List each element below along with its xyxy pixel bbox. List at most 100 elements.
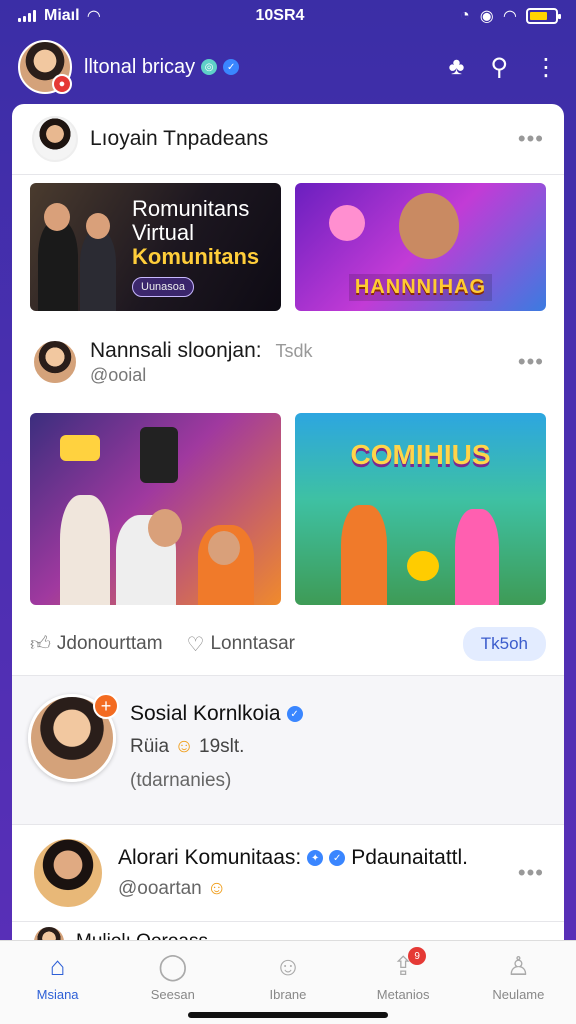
game-banner: COMIHIUS [350,439,491,470]
alarm-icon: ◔ [460,7,470,24]
wifi-icon: ◠ [87,8,100,25]
verified-icon: ✓ [286,706,303,722]
post-text: Rüia [130,736,170,757]
profile-icon: ☺ [274,951,302,981]
post-images: COMIHIUS [12,405,564,613]
avatar[interactable] [32,116,78,162]
post-time: 19slt. [199,736,245,757]
plus-icon[interactable]: + [93,693,119,719]
notifications-icon[interactable]: ♣ [449,53,465,81]
sticker-figure [60,435,100,461]
mascot-figure [407,551,439,581]
person-figure [60,495,110,605]
post-author[interactable]: Nannsali sloonjan: [90,339,262,362]
status-bar: Miaıl ◠ 10SR4 ◔ ◉ ◠ [0,0,576,32]
signal-icon [18,10,36,22]
post-author-wrap: Nannsali sloonjan: Tsdk @ooial [90,339,506,386]
avatar[interactable] [32,837,104,909]
bottom-tab-bar: ⌂ Msiana ◯ Seesan ☺ Ibrane ⇪ 9 Metanios … [0,940,576,1024]
avatar[interactable] [32,339,78,385]
globe-icon: ◎ [201,59,218,75]
tab-label: Metanios [376,987,430,1002]
verified-icon: ✓ [223,59,240,75]
more-options-button[interactable]: ••• [518,860,544,886]
heart-icon: ♡ [186,633,205,656]
search-icon[interactable]: ⚲ [490,53,508,82]
image-title-line: Komunitans [132,244,260,270]
game-image[interactable]: HANNNIHAG [295,183,546,311]
post-subtext: (tdarnanies) [130,770,232,791]
like-button[interactable]: 👍︎ Jdonourttam [30,632,163,656]
post-author-wrap: Lıoyain Tnpadeans [90,127,506,151]
wifi-icon-2: ◠ [503,8,516,25]
status-right: ◔ ◉ ◠ [460,6,561,26]
post-body: Sosial Kornlkoia ✓ Rüia ☺ 19slt. (tdarna… [130,694,303,806]
person-figure [341,505,387,605]
eye-icon: ◉ [479,8,494,25]
game-image[interactable]: COMIHIUS [295,413,546,605]
post-author-line: Sosial Kornlkoia ✓ [130,702,303,726]
more-vertical-icon[interactable]: ⋮ [534,53,558,82]
person-figure [455,509,499,605]
emoji-icon: ☺ [174,736,194,757]
person-figure [80,231,116,311]
person-figure [38,221,78,311]
post-header: Alorari Komunitaas: ✦ ✓ Pdaunaitattl. @o… [12,825,564,921]
post-images: Romunitans Virtual Komunitans Uunasoa HA… [12,175,564,319]
tab-label: Ibrane [269,987,307,1002]
person-face [399,193,459,259]
more-options-button[interactable]: ••• [518,349,544,375]
post-card[interactable]: + Sosial Kornlkoia ✓ Rüia ☺ 19slt. (tdar… [12,676,564,824]
person-face [148,509,182,547]
tab-chat[interactable]: ◯ Seesan [128,951,218,1002]
phone-figure [140,427,178,483]
header-actions: ♣ ⚲ ⋮ [449,53,558,82]
image-pill: Uunasoa [132,277,195,298]
post-actions: 👍︎ Jdonourttam ♡ Lonntasar Tk5oh [12,613,564,675]
verified-icon: ✓ [329,850,346,866]
post-header: Nannsali sloonjan: Tsdk @ooial ••• [12,319,564,405]
group-icon: ✦ [307,850,324,866]
post-author[interactable]: Alorari Komunitaas: [118,846,301,870]
post-handle: @ooartan [118,878,202,899]
community-image[interactable] [30,413,281,605]
tab-label: Neulame [492,987,545,1002]
comment-button[interactable]: ♡ Lonntasar [187,632,295,657]
carrier-label: Miaıl [44,7,80,24]
tab-label: Msiana [36,987,79,1002]
post-author[interactable]: Sosial Kornlkoia [130,702,281,726]
community-image[interactable]: Romunitans Virtual Komunitans Uunasoa [30,183,281,311]
post-header: Lıoyain Tnpadeans ••• [12,104,564,174]
post-handle: @ooial [90,364,147,385]
profile-avatar[interactable]: ● [18,40,72,94]
chat-icon: ◯ [158,951,188,981]
tab-profile[interactable]: ☺ Ibrane [243,951,333,1002]
thumb-icon: 👍︎ [30,633,51,655]
share-chip[interactable]: Tk5oh [462,627,546,661]
post-author-line: Alorari Komunitaas: ✦ ✓ Pdaunaitattl. [118,846,504,870]
clock: 10SR4 [255,7,305,24]
mascot-figure [329,205,365,241]
feed[interactable]: Lıoyain Tnpadeans ••• Romunitans Virtual… [12,104,564,944]
notification-badge: 9 [408,947,427,965]
post-author-wrap: Alorari Komunitaas: ✦ ✓ Pdaunaitattl. @o… [118,846,504,900]
image-title: Romunitans Virtual Komunitans [132,196,271,270]
battery-icon [526,8,561,24]
like-label: Jdonourttam [56,633,163,654]
post-meta-line: Rüia ☺ 19slt. [130,736,303,758]
live-badge-icon: ● [52,74,72,94]
tab-label: Seesan [150,987,195,1002]
avatar[interactable]: + [28,693,119,782]
person-face [44,203,70,231]
home-indicator[interactable] [188,1012,388,1018]
post-author[interactable]: Lıoyain Tnpadeans [90,127,506,151]
tab-home[interactable]: ⌂ Msiana [13,951,103,1002]
emoji-icon: ☺ [207,878,227,899]
image-title-line: Virtual [132,219,194,245]
post-author-line: Nannsali sloonjan: Tsdk [90,339,506,363]
tab-upload[interactable]: ⇪ 9 Metanios [358,947,448,1002]
tab-user[interactable]: ♙ Neulame [473,951,563,1002]
more-options-button[interactable]: ••• [518,126,544,152]
header-title-wrap: lltonal bricay ◎ ✓ [84,56,449,79]
page-title: lltonal bricay [84,55,196,78]
